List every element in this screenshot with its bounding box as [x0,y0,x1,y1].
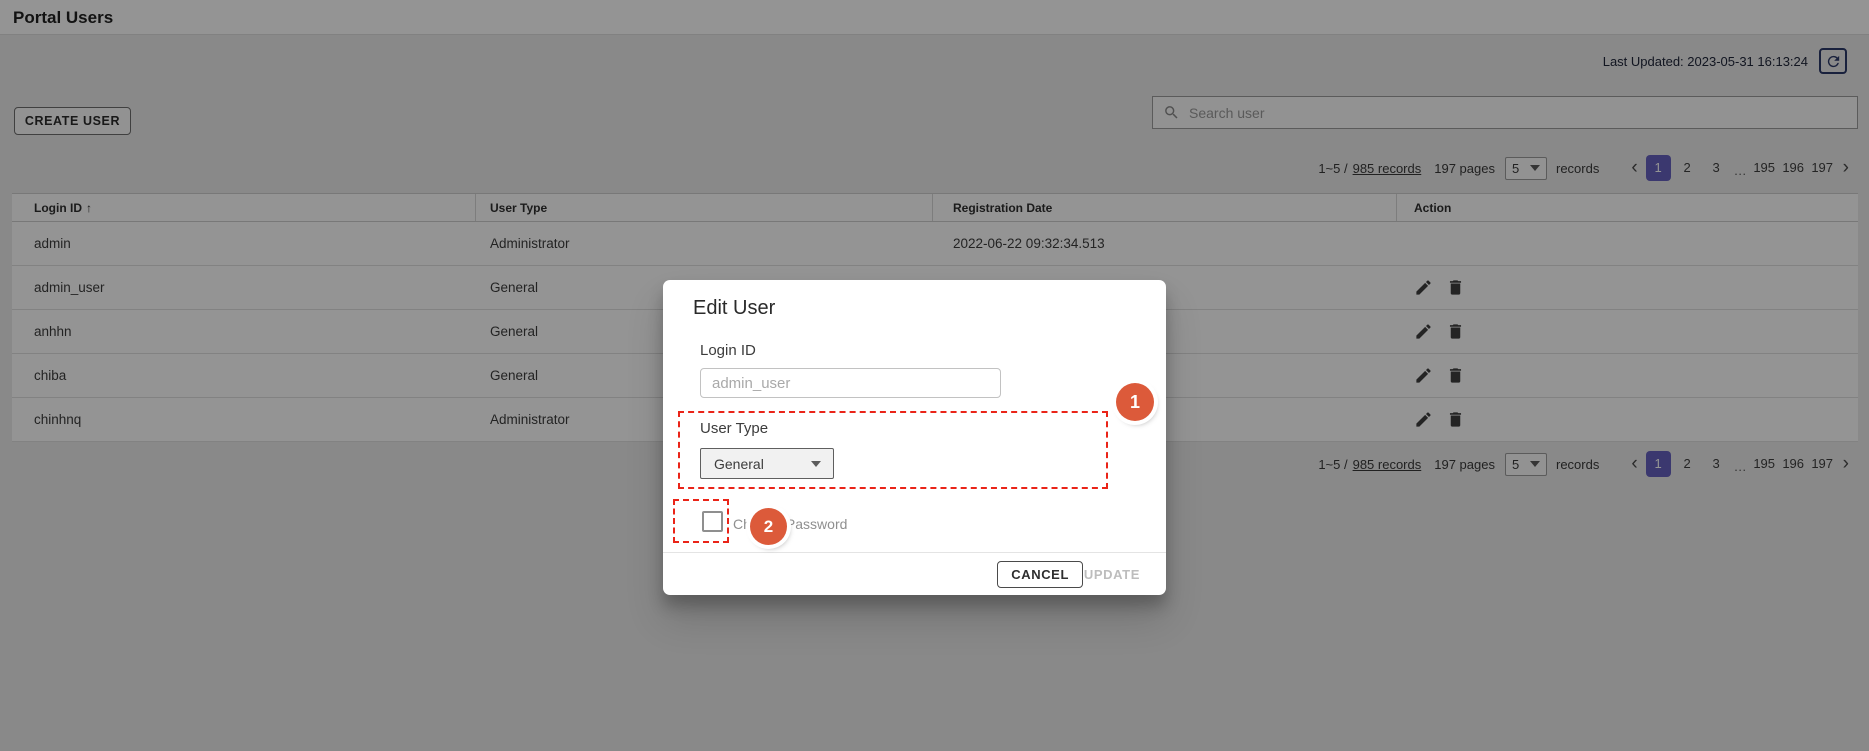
cancel-button[interactable]: CANCEL [997,561,1083,588]
change-password-checkbox[interactable] [702,511,723,532]
login-id-field[interactable] [700,368,1001,398]
dialog-title: Edit User [693,297,775,320]
user-type-label: User Type [700,420,768,437]
user-type-value: General [714,456,764,472]
annotation-badge-2: 2 [750,508,787,545]
user-type-select[interactable]: General [700,448,834,479]
update-button[interactable]: UPDATE [1076,561,1148,588]
page: Portal Users Last Updated: 2023-05-31 16… [0,0,1869,751]
annotation-badge-1: 1 [1116,383,1154,421]
caret-down-icon [811,461,821,467]
edit-user-dialog: Edit User Login ID User Type General Cha… [663,280,1166,595]
dialog-footer-divider [663,552,1166,553]
login-id-label: Login ID [700,342,756,359]
